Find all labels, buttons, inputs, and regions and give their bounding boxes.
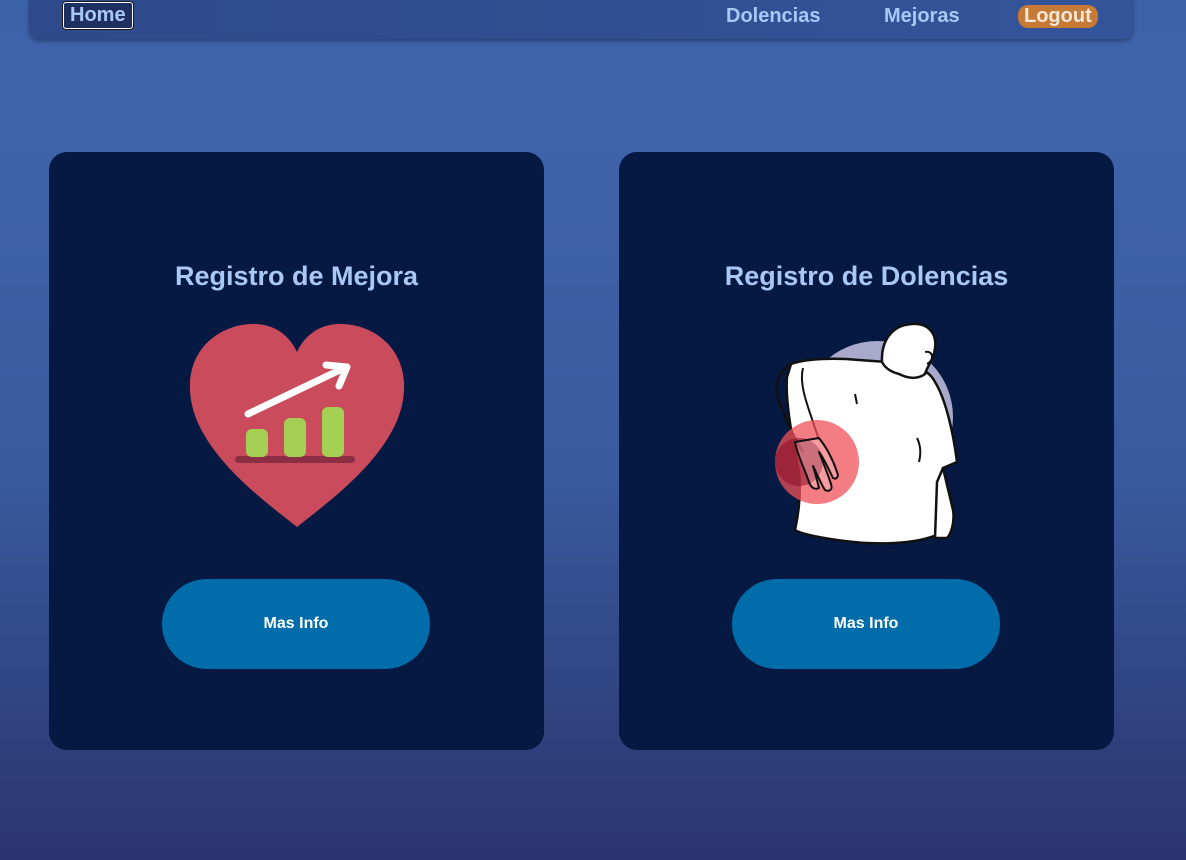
logout-button[interactable]: Logout bbox=[1018, 5, 1098, 28]
top-navbar: Home Dolencias Mejoras Logout bbox=[29, 0, 1133, 39]
nav-dolencias-link[interactable]: Dolencias bbox=[726, 5, 820, 27]
mejora-card-title: Registro de Mejora bbox=[174, 261, 419, 291]
dolencias-illustration bbox=[619, 322, 1114, 547]
dolencias-card-title: Registro de Dolencias bbox=[724, 261, 1009, 291]
dolencias-mas-info-button[interactable]: Mas Info bbox=[732, 579, 1000, 669]
mejora-illustration bbox=[49, 322, 544, 547]
mejora-mas-info-button[interactable]: Mas Info bbox=[162, 579, 430, 669]
mejora-card: Registro de Mejora Mas Info bbox=[49, 152, 544, 750]
heart-growth-chart-icon bbox=[189, 323, 404, 527]
nav-home-link[interactable]: Home bbox=[63, 2, 133, 29]
nav-mejoras-link[interactable]: Mejoras bbox=[884, 5, 960, 27]
dolencias-card: Registro de Dolencias Mas Info bbox=[619, 152, 1114, 750]
back-pain-person-icon bbox=[774, 322, 958, 545]
